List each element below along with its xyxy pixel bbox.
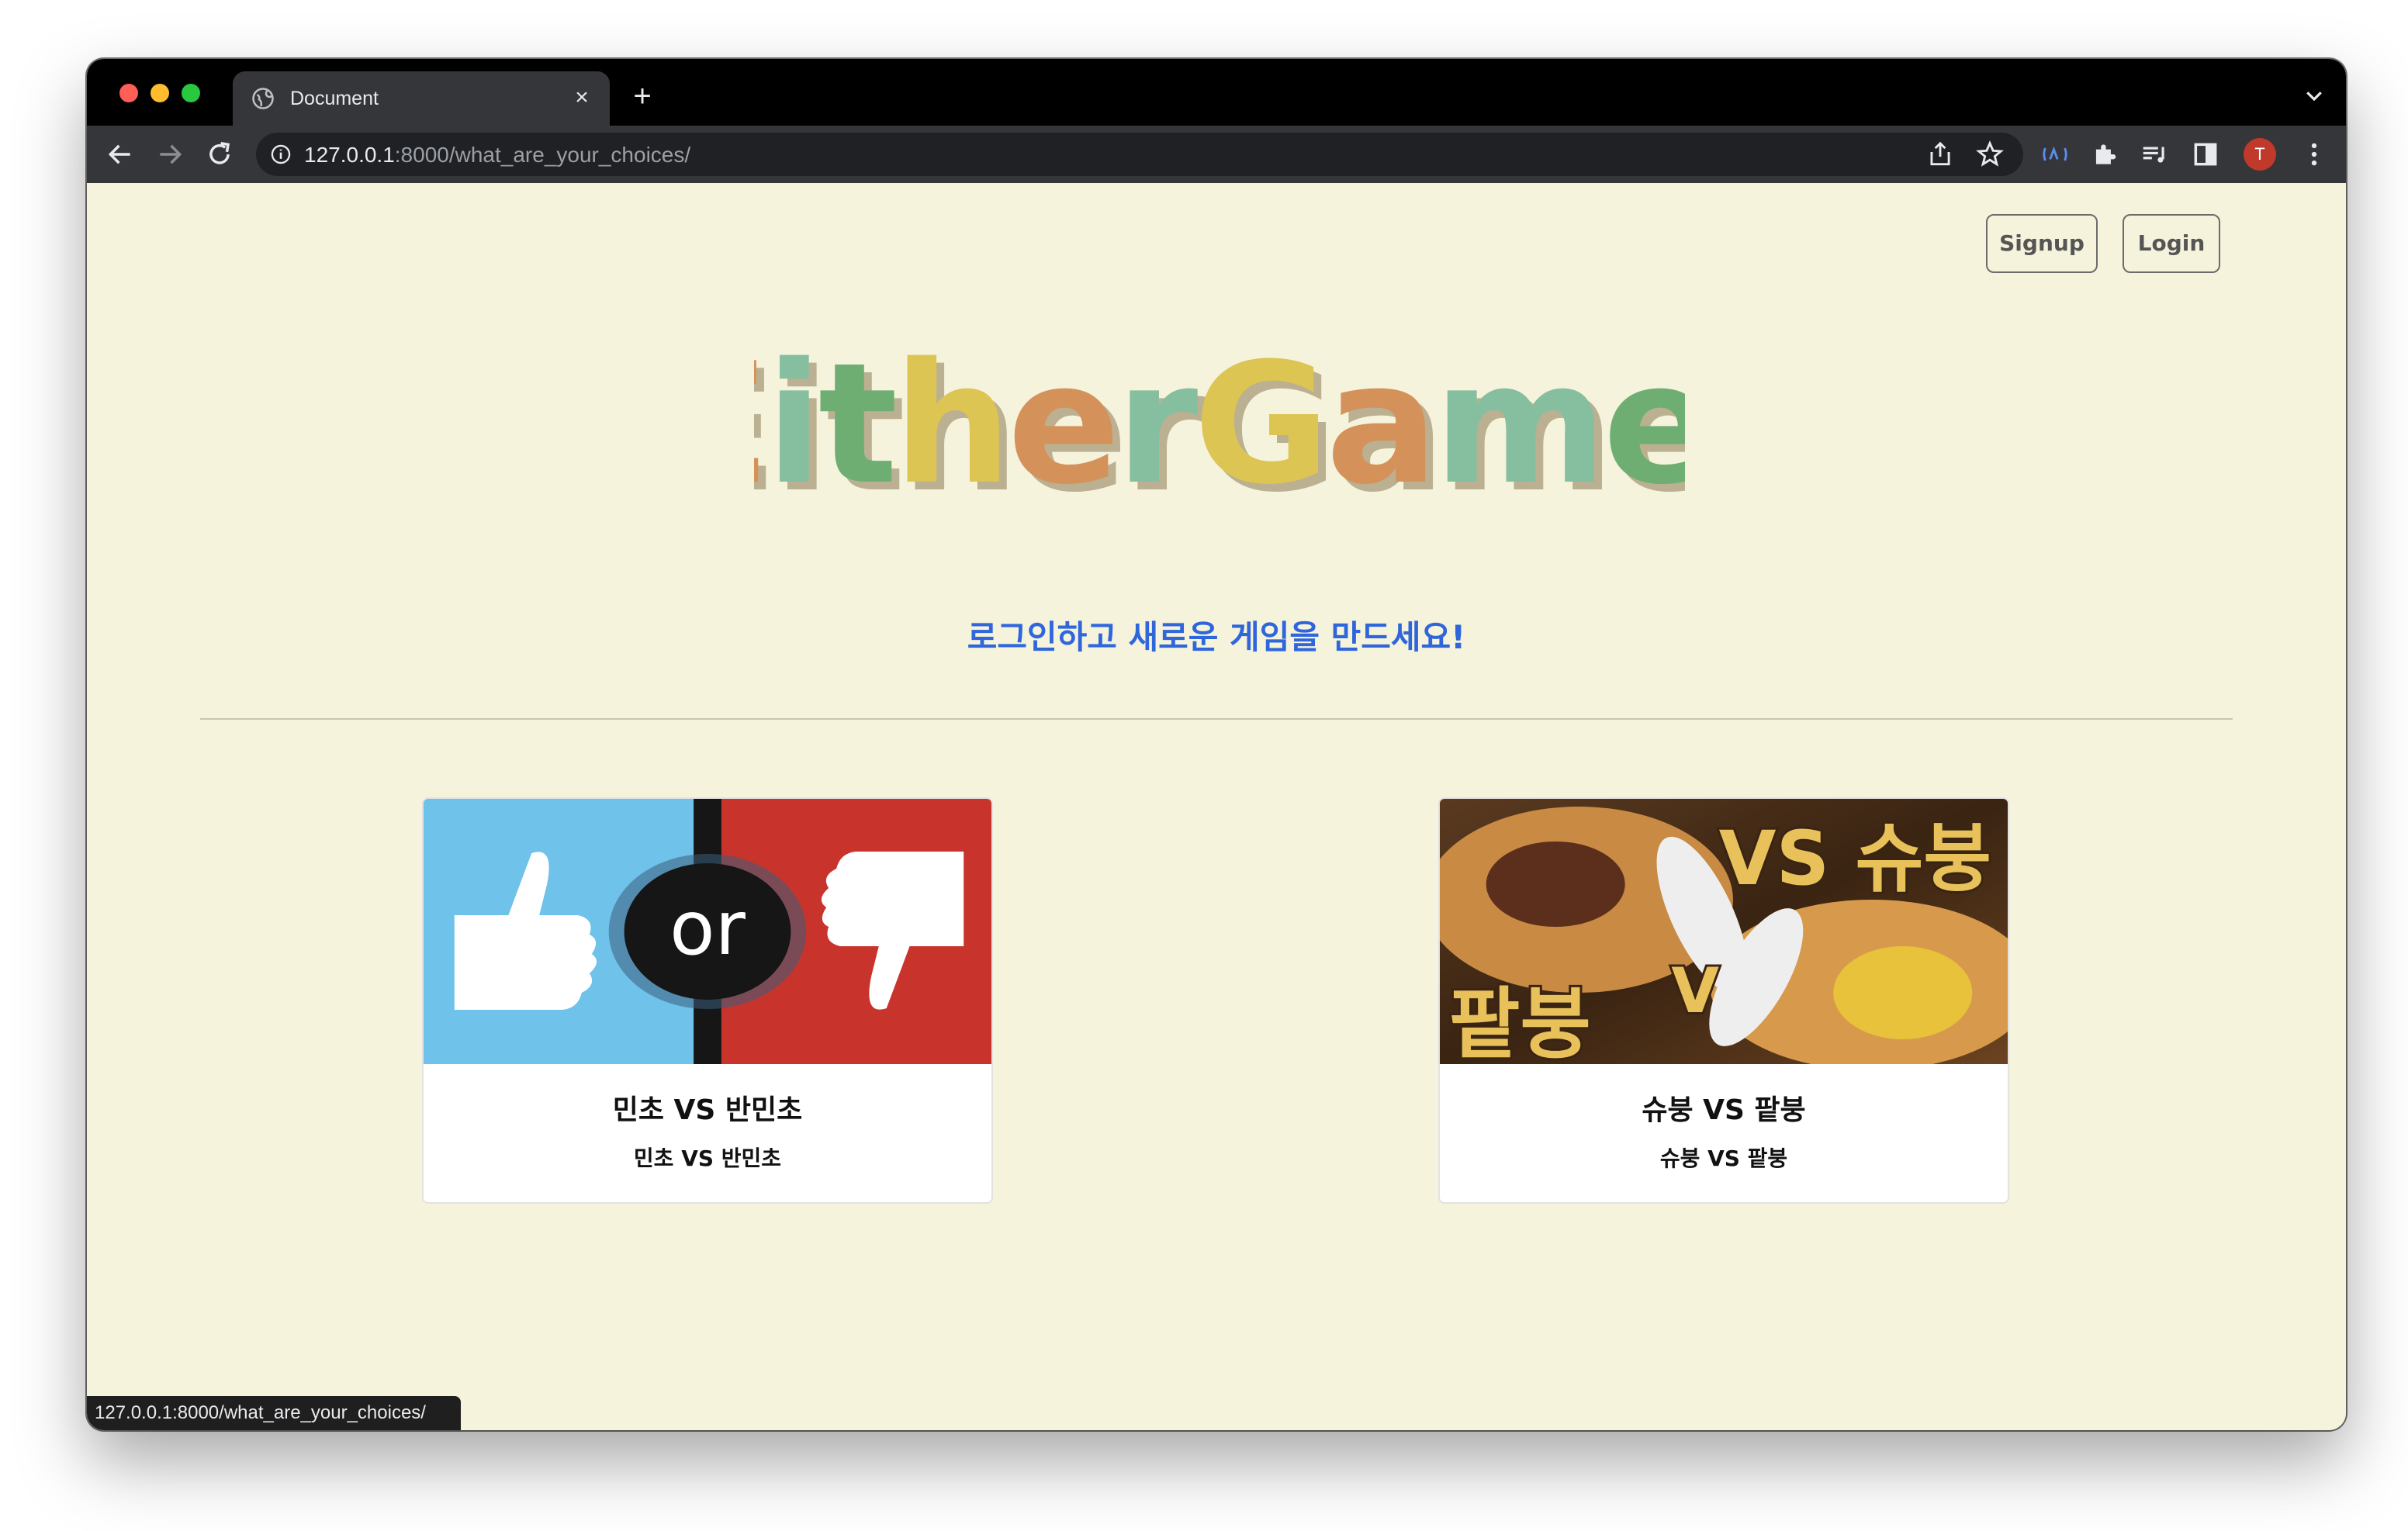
minimize-window-button[interactable] <box>150 84 169 102</box>
card-image: VS 슈붕 팥붕 V <box>1440 799 2008 1064</box>
page-content: Signup Login EitherGame! EitherGame! 로그인… <box>87 183 2346 1430</box>
close-icon[interactable]: × <box>568 84 596 112</box>
svg-text:V: V <box>1671 955 1719 1027</box>
status-bar-url: 127.0.0.1:8000/what_are_your_choices/ <box>87 1396 461 1430</box>
game-card[interactable]: or 민초 VS 반민초 민초 VS 반민초 <box>422 797 993 1204</box>
reload-icon[interactable] <box>205 140 234 169</box>
logo-letter: e <box>1008 327 1116 509</box>
game-card[interactable]: VS 슈붕 팥붕 V 슈붕 VS 팥붕 슈붕 VS 팥붕 <box>1438 797 2009 1204</box>
site-logo[interactable]: EitherGame! EitherGame! <box>656 323 1795 529</box>
logo-letter: e <box>1603 327 1685 509</box>
logo-graphic: EitherGame! EitherGame! <box>656 327 1795 529</box>
logo-letter: i <box>766 327 818 509</box>
back-arrow-icon[interactable] <box>106 140 135 169</box>
logo-letter: E <box>754 327 766 509</box>
card-image: or <box>424 799 991 1064</box>
cast-extension-icon[interactable] <box>2040 140 2070 169</box>
url-host: 127.0.0.1 <box>304 143 395 167</box>
card-text: 민초 VS 반민초 <box>633 1146 782 1171</box>
card-text: 슈붕 VS 팥붕 <box>1659 1146 1788 1171</box>
logo-letter: t <box>818 327 894 509</box>
close-window-button[interactable] <box>119 84 138 102</box>
logo-letter: m <box>1434 327 1603 509</box>
globe-icon <box>252 88 274 109</box>
info-icon[interactable] <box>270 143 292 165</box>
address-bar[interactable]: 127.0.0.1:8000/what_are_your_choices/ <box>256 133 2023 176</box>
browser-window: Document × + 127.0.0.1:8000/what_are_you… <box>87 59 2346 1430</box>
tab-title: Document <box>290 88 379 109</box>
card-title: 슈붕 VS 팥붕 <box>1642 1094 1806 1126</box>
side-panel-icon[interactable] <box>2191 140 2220 169</box>
divider <box>200 718 2233 720</box>
media-queue-icon[interactable] <box>2140 140 2169 169</box>
share-icon[interactable] <box>1925 140 1955 169</box>
puzzle-extension-icon[interactable] <box>2090 140 2119 169</box>
star-icon[interactable] <box>1975 140 2005 169</box>
url-path: :8000/what_are_your_choices/ <box>394 143 691 167</box>
maximize-window-button[interactable] <box>182 84 200 102</box>
new-tab-button[interactable]: + <box>625 79 659 113</box>
browser-tab[interactable]: Document × <box>233 71 610 126</box>
forward-arrow-icon[interactable] <box>155 140 185 169</box>
logo-letter: r <box>1116 327 1198 509</box>
login-button[interactable]: Login <box>2123 214 2220 273</box>
svg-text:VS 슈붕: VS 슈붕 <box>1719 815 1992 902</box>
logo-letter: G <box>1193 327 1325 509</box>
logo-letter: h <box>893 327 1007 509</box>
browser-toolbar: 127.0.0.1:8000/what_are_your_choices/ T <box>87 126 2346 183</box>
svg-text:팥붕: 팥붕 <box>1449 979 1591 1064</box>
tab-strip: Document × + <box>87 59 2346 126</box>
login-prompt: 로그인하고 새로운 게임을 만드세요! <box>967 618 1466 656</box>
svg-text:or: or <box>669 885 746 972</box>
signup-button[interactable]: Signup <box>1986 214 2098 273</box>
profile-avatar[interactable]: T <box>2244 138 2276 171</box>
more-menu-icon[interactable] <box>2299 140 2329 169</box>
chevron-down-icon[interactable] <box>2302 84 2326 107</box>
logo-letter: a <box>1326 327 1434 509</box>
card-title: 민초 VS 반민초 <box>612 1094 803 1126</box>
svg-text:EitherGame!: EitherGame! <box>754 327 1685 509</box>
url-text: 127.0.0.1:8000/what_are_your_choices/ <box>304 143 690 168</box>
